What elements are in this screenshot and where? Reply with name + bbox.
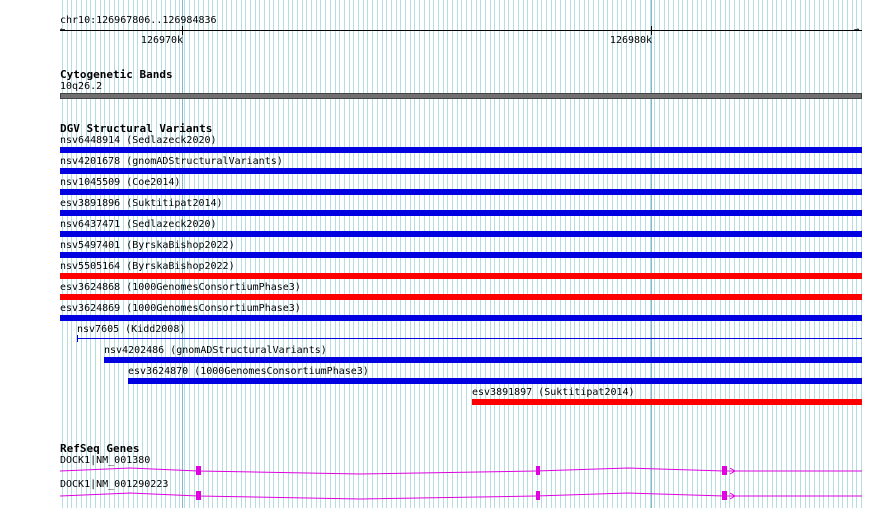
ruler-left-arrow-icon[interactable]: ←	[60, 26, 65, 35]
ruler-range-label: chr10:126967806..126984836	[60, 15, 217, 26]
variant-label: nsv6437471 (Sedlazeck2020)	[60, 219, 217, 230]
cytoband-bar[interactable]	[60, 93, 862, 99]
variant-bar[interactable]	[60, 189, 862, 195]
ruler-tick-label: 126980k	[609, 35, 653, 46]
variant-bar[interactable]	[60, 231, 862, 237]
variant-bar[interactable]	[472, 399, 862, 405]
gene-label: DOCK1|NM_001380	[60, 455, 151, 466]
variant-bar[interactable]	[60, 294, 862, 300]
variant-bar[interactable]	[104, 357, 862, 363]
ruler-tick-label: 126970k	[140, 35, 184, 46]
gene-model[interactable]	[60, 489, 862, 503]
variant-label: nsv5497401 (ByrskaBishop2022)	[60, 240, 235, 251]
dgv-track-title[interactable]: DGV Structural Variants	[60, 122, 212, 135]
cytoband-track-title[interactable]: Cytogenetic Bands	[60, 68, 173, 81]
variant-label: nsv7605 (Kidd2008)	[77, 324, 186, 335]
variant-label: nsv1045509 (Coe2014)	[60, 177, 181, 188]
variant-label: esv3624869 (1000GenomesConsortiumPhase3)	[60, 303, 301, 314]
ruler-tick-major	[651, 26, 652, 35]
variant-bar[interactable]	[60, 252, 862, 258]
variant-label: esv3624868 (1000GenomesConsortiumPhase3)	[60, 282, 301, 293]
variant-bar[interactable]	[60, 315, 862, 321]
cytoband-label: 10q26.2	[60, 81, 103, 92]
variant-bar[interactable]	[60, 147, 862, 153]
gene-label: DOCK1|NM_001290223	[60, 479, 169, 490]
gene-model[interactable]	[60, 464, 862, 478]
variant-label: esv3891897 (Suktitipat2014)	[472, 387, 635, 398]
variant-line-start-cap	[77, 335, 78, 342]
ruler-right-arrow-icon[interactable]: →	[854, 26, 859, 35]
variant-label: nsv4201678 (gnomADStructuralVariants)	[60, 156, 283, 167]
variant-line[interactable]	[77, 338, 862, 339]
variant-label: esv3624870 (1000GenomesConsortiumPhase3)	[128, 366, 369, 377]
variant-label: esv3891896 (Suktitipat2014)	[60, 198, 223, 209]
refseq-track-title[interactable]: RefSeq Genes	[60, 442, 139, 455]
ruler-tick-major	[182, 26, 183, 35]
variant-bar[interactable]	[128, 378, 862, 384]
variant-label: nsv4202486 (gnomADStructuralVariants)	[104, 345, 327, 356]
ruler-axis	[60, 30, 862, 31]
variant-bar[interactable]	[60, 168, 862, 174]
variant-bar[interactable]	[60, 273, 862, 279]
variant-bar[interactable]	[60, 210, 862, 216]
variant-label: nsv5505164 (ByrskaBishop2022)	[60, 261, 235, 272]
variant-label: nsv6448914 (Sedlazeck2020)	[60, 135, 217, 146]
